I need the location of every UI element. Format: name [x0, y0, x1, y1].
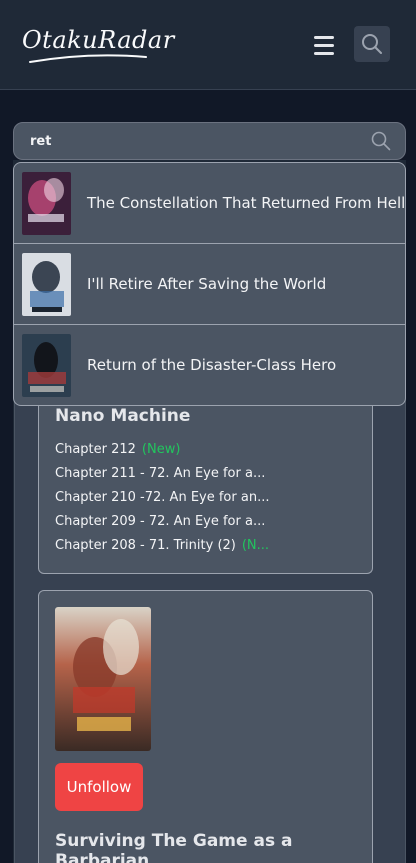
result-thumbnail	[22, 253, 71, 316]
result-title: The Constellation That Returned From Hel…	[87, 194, 406, 212]
manga-card: Unfollow Surviving The Game as a Barbari…	[38, 590, 373, 863]
top-navbar: OtakuRadar	[0, 0, 416, 90]
result-thumbnail	[22, 172, 71, 235]
chapter-link[interactable]: Chapter 208 - 71. Trinity (2) (N...	[55, 538, 269, 553]
search-toggle-button[interactable]	[354, 26, 390, 62]
search-results-dropdown: The Constellation That Returned From Hel…	[13, 162, 406, 406]
search-icon	[362, 34, 382, 54]
search-result-item[interactable]: The Constellation That Returned From Hel…	[14, 163, 405, 244]
manga-card: Nano Machine Chapter 212 (New) Chapter 21…	[38, 380, 373, 574]
logo-swoosh	[29, 54, 147, 63]
search-result-item[interactable]: Return of the Disaster-Class Hero	[14, 325, 405, 405]
new-badge: (N...	[241, 538, 270, 553]
search-icon[interactable]	[371, 131, 391, 151]
search-bar	[13, 122, 406, 160]
search-input[interactable]	[14, 123, 405, 159]
result-thumbnail	[22, 334, 71, 397]
result-title: Return of the Disaster-Class Hero	[87, 356, 337, 374]
search-result-item[interactable]: I'll Retire After Saving the World	[14, 244, 405, 325]
hamburger-menu-icon[interactable]	[308, 30, 340, 60]
site-logo[interactable]: OtakuRadar	[22, 26, 175, 66]
manga-title[interactable]: Nano Machine	[55, 406, 190, 426]
chapter-link[interactable]: Chapter 209 - 72. An Eye for a...	[55, 514, 265, 529]
unfollow-button[interactable]: Unfollow	[55, 763, 143, 811]
chapter-link[interactable]: Chapter 211 - 72. An Eye for a...	[55, 466, 265, 481]
new-badge: (New)	[141, 442, 181, 457]
result-title: I'll Retire After Saving the World	[87, 275, 327, 293]
logo-text: OtakuRadar	[22, 26, 175, 54]
chapter-link[interactable]: Chapter 212 (New)	[55, 442, 180, 457]
manga-title[interactable]: Surviving The Game as a Barbarian	[55, 831, 372, 863]
manga-cover-image[interactable]	[55, 607, 151, 751]
chapter-link[interactable]: Chapter 210 -72. An Eye for an...	[55, 490, 269, 505]
